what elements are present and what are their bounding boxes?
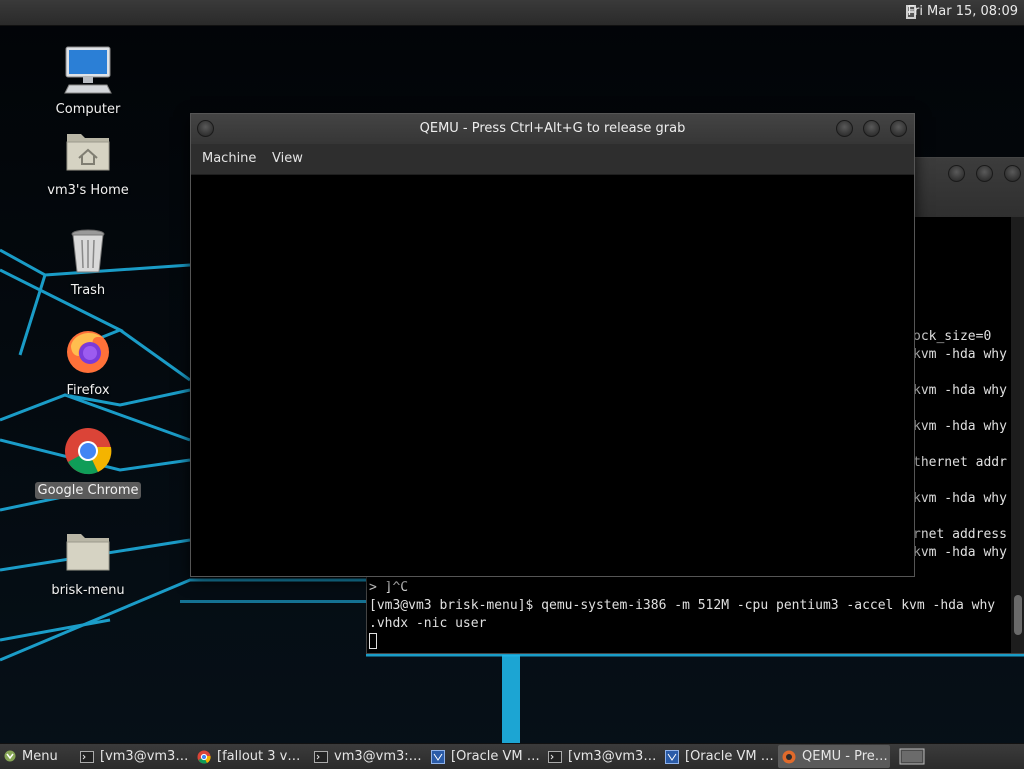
terminal-line: > ]^C [369,580,409,595]
task-label: [vm3@vm3… [100,749,188,764]
terminal-line: .vhdx -nic user [369,616,487,631]
desktop-icon-label: Google Chrome [34,482,142,499]
terminal-titlebar[interactable] [913,158,1024,217]
desktop-icon-label: vm3's Home [47,183,129,198]
qemu-titlebar[interactable]: QEMU - Press Ctrl+Alt+G to release grab [191,114,914,144]
task-virtualbox-2[interactable]: [Oracle VM … [661,745,773,768]
terminal-line: kvm -hda why [913,491,1007,506]
terminal-line: kvm -hda why [913,545,1007,560]
terminal-line: ock_size=0 [913,329,992,344]
desktop-icon-label: brisk-menu [51,583,125,598]
terminal-command-line: [vm3@vm3 brisk-menu]$ qemu-system-i386 -… [369,598,996,613]
desktop-icon-label: Computer [55,102,121,117]
qemu-window[interactable]: QEMU - Press Ctrl+Alt+G to release grab … [190,113,915,577]
terminal-icon [548,751,562,763]
terminal-line: thernet addr [913,455,1007,470]
task-label: [fallout 3 v… [217,749,301,764]
desktop-icon-firefox[interactable]: Firefox [28,326,148,399]
top-panel: Fri Mar 15, 08:09 [0,0,1024,26]
desktop-icon-label: Trash [70,283,106,298]
task-qemu[interactable]: QEMU - Pre… [778,745,890,768]
terminal-line: kvm -hda why [913,419,1007,434]
virtualbox-icon [431,750,445,764]
terminal-line: kvm -hda why [913,347,1007,362]
qemu-icon [782,750,796,764]
maximize-button[interactable] [976,165,993,182]
close-button[interactable] [1004,165,1021,182]
task-terminal-1[interactable]: [vm3@vm3… [76,745,188,768]
task-terminal-2[interactable]: vm3@vm3:… [310,745,422,768]
qemu-menubar: Machine View [191,144,914,175]
close-button[interactable] [890,120,907,137]
menu-view[interactable]: View [272,151,303,166]
task-label: [Oracle VM … [685,749,773,764]
home-folder-icon [66,134,110,171]
desktop-icon-trash[interactable]: Trash [28,226,148,299]
task-label: vm3@vm3:… [334,749,422,764]
terminal-line: rnet address [913,527,1007,542]
brisk-menu-icon [4,750,16,762]
chrome-icon [65,428,112,475]
desktop-icon-home[interactable]: vm3's Home [28,126,148,199]
computer-icon [64,46,112,94]
minimize-button[interactable] [948,165,965,182]
task-label: QEMU - Pre… [802,749,888,764]
firefox-icon [67,331,109,373]
desktop-icon-computer[interactable]: Computer [28,45,148,118]
folder-icon [66,534,110,571]
terminal-scrollbar[interactable] [1011,217,1024,653]
task-virtualbox-1[interactable]: [Oracle VM … [427,745,539,768]
terminal-icon [314,751,328,763]
task-chrome[interactable]: [fallout 3 v… [193,745,305,768]
trash-icon [71,229,105,273]
desktop-icon-brisk-menu[interactable]: brisk-menu [28,526,148,599]
window-title: QEMU - Press Ctrl+Alt+G to release grab [419,121,686,136]
task-terminal-3[interactable]: [vm3@vm3… [544,745,656,768]
task-label: [vm3@vm3… [568,749,656,764]
maximize-button[interactable] [863,120,880,137]
terminal-cursor [369,633,377,649]
clock[interactable]: Fri Mar 15, 08:09 [907,4,1018,19]
terminal-icon [80,751,94,763]
qemu-guest-display[interactable] [191,175,914,576]
minimize-button[interactable] [836,120,853,137]
task-label: [Oracle VM … [451,749,539,764]
chrome-icon [197,750,211,764]
show-desktop-icon[interactable] [899,748,925,765]
virtualbox-icon [665,750,679,764]
desktop-icon-google-chrome[interactable]: Google Chrome [28,426,148,499]
scrollbar-thumb[interactable] [1014,595,1022,635]
menu-button[interactable]: Menu [0,744,62,769]
taskbar: Menu [vm3@vm3… [fallout 3 v… vm3@vm3:… [… [0,743,1024,769]
menu-label: Menu [22,749,58,764]
menu-machine[interactable]: Machine [202,151,256,166]
terminal-line: kvm -hda why [913,383,1007,398]
desktop-icon-label: Firefox [66,383,110,398]
